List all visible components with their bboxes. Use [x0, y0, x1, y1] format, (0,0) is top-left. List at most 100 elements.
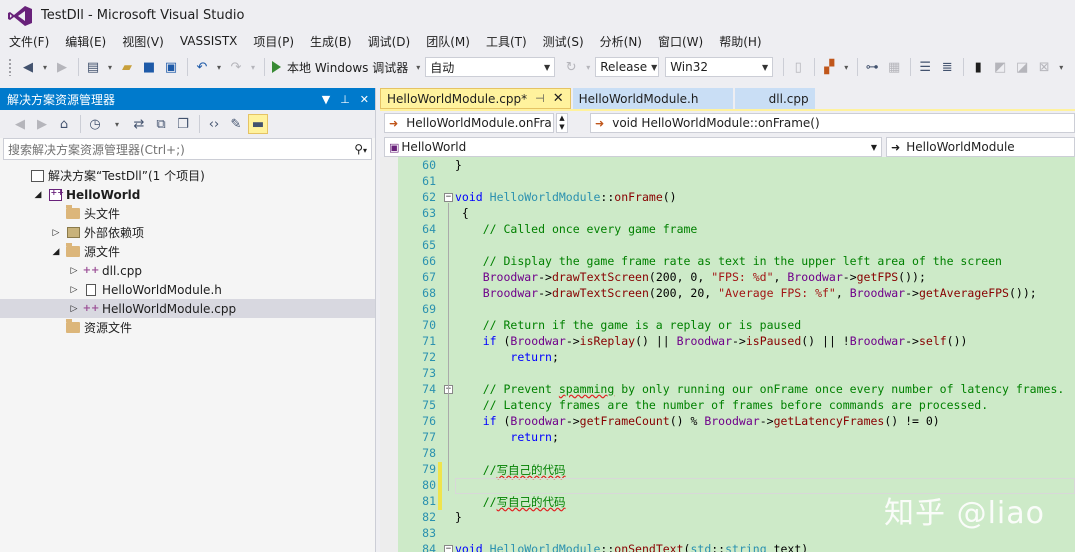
- expand-toggle-icon[interactable]: ▷: [50, 228, 62, 238]
- previous-bookmark-icon[interactable]: ◩: [990, 57, 1010, 77]
- show-all-files-icon[interactable]: ❐: [173, 114, 193, 134]
- code-line[interactable]: 79 //写自己的代码: [380, 462, 1075, 478]
- expand-toggle-icon[interactable]: ▷: [68, 304, 80, 314]
- menu-item[interactable]: 工具(T): [481, 33, 532, 50]
- code-line[interactable]: 63 {: [380, 206, 1075, 222]
- tree-item[interactable]: 资源文件: [0, 318, 375, 337]
- tree-item[interactable]: ▷ HelloWorldModule.h: [0, 280, 375, 299]
- menu-item[interactable]: 生成(B): [305, 33, 357, 50]
- code-line[interactable]: 68 Broodwar->drawTextScreen(200, 20, "Av…: [380, 286, 1075, 302]
- close-tab-icon[interactable]: ✕: [553, 91, 564, 106]
- code-line[interactable]: 78: [380, 446, 1075, 462]
- document-tab[interactable]: HelloWorldModule.cpp* ⊣ ✕: [380, 88, 571, 109]
- member-select-right[interactable]: ➜ void HelloWorldModule::onFrame(): [590, 113, 1075, 133]
- save-all-icon[interactable]: ▣: [161, 57, 181, 77]
- back-icon[interactable]: ◀: [10, 114, 30, 134]
- redo-icon[interactable]: ↷: [226, 57, 246, 77]
- collapse-all-icon[interactable]: ⧉: [151, 114, 171, 134]
- collapse-region-icon[interactable]: −: [444, 545, 453, 552]
- configuration-select[interactable]: Release ▼: [595, 57, 660, 77]
- back-icon[interactable]: ◀: [18, 57, 38, 77]
- member-select-left[interactable]: ➜ HelloWorldModule.onFra: [384, 113, 554, 133]
- menu-item[interactable]: 测试(S): [538, 33, 589, 50]
- view-code-icon[interactable]: ‹›: [204, 114, 224, 134]
- code-line[interactable]: 66 // Display the game frame rate as tex…: [380, 254, 1075, 270]
- code-line[interactable]: 65: [380, 238, 1075, 254]
- menu-item[interactable]: 帮助(H): [714, 33, 766, 50]
- menu-item[interactable]: VASSISTX: [175, 34, 243, 48]
- menu-item[interactable]: 调试(D): [363, 33, 416, 50]
- back-dropdown-icon[interactable]: ▾: [40, 57, 50, 77]
- menu-item[interactable]: 分析(N): [595, 33, 647, 50]
- open-file-icon[interactable]: ▰: [117, 57, 137, 77]
- menu-item[interactable]: 窗口(W): [653, 33, 708, 50]
- code-line[interactable]: 70 // Return if the game is a replay or …: [380, 318, 1075, 334]
- properties-icon[interactable]: ✎: [226, 114, 246, 134]
- tree-item[interactable]: ▷ 外部依赖项: [0, 223, 375, 242]
- bookmark-icon[interactable]: ▮: [968, 57, 988, 77]
- outdent-icon[interactable]: ☰: [915, 57, 935, 77]
- code-line[interactable]: 77 return;: [380, 430, 1075, 446]
- scope-select[interactable]: ➜ HelloWorldModule: [886, 137, 1075, 157]
- code-line[interactable]: 62− void HelloWorldModule::onFrame(): [380, 190, 1075, 206]
- find-in-files-icon[interactable]: ▞: [819, 57, 839, 77]
- menu-item[interactable]: 团队(M): [421, 33, 475, 50]
- pending-dropdown-icon[interactable]: ▾: [107, 114, 127, 134]
- member-spinner[interactable]: ▲ ▼: [556, 113, 568, 133]
- save-icon[interactable]: ■: [139, 57, 159, 77]
- toolbar-overflow-icon[interactable]: ▾: [1056, 57, 1066, 77]
- code-line[interactable]: 74− // Prevent spamming by only running …: [380, 382, 1075, 398]
- pin-tab-icon[interactable]: ⊣: [535, 92, 545, 105]
- menu-item[interactable]: 项目(P): [248, 33, 299, 50]
- tree-item[interactable]: ◢ 源文件: [0, 242, 375, 261]
- code-line[interactable]: 67 Broodwar->drawTextScreen(200, 0, "FPS…: [380, 270, 1075, 286]
- new-project-icon[interactable]: ▤: [83, 57, 103, 77]
- device-icon[interactable]: ▯: [788, 57, 808, 77]
- refresh-dropdown-icon[interactable]: ▾: [583, 57, 593, 77]
- forward-icon[interactable]: ▶: [32, 114, 52, 134]
- tree-item[interactable]: ◢ HelloWorld: [0, 185, 375, 204]
- code-line[interactable]: 72 return;: [380, 350, 1075, 366]
- sync-icon[interactable]: ⇄: [129, 114, 149, 134]
- undo-dropdown-icon[interactable]: ▾: [214, 57, 224, 77]
- code-line[interactable]: 73: [380, 366, 1075, 382]
- code-line[interactable]: 69: [380, 302, 1075, 318]
- find-dropdown-icon[interactable]: ▾: [841, 57, 851, 77]
- pending-changes-icon[interactable]: ◷: [85, 114, 105, 134]
- expand-toggle-icon[interactable]: ▷: [68, 266, 80, 276]
- expand-toggle-icon[interactable]: ◢: [32, 190, 44, 200]
- pin-icon[interactable]: ⊥: [340, 93, 350, 106]
- redo-dropdown-icon[interactable]: ▾: [248, 57, 258, 77]
- code-line[interactable]: 84 − void HelloWorldModule::onSendText(std…: [380, 542, 1075, 552]
- forward-icon[interactable]: ▶: [52, 57, 72, 77]
- close-icon[interactable]: ✕: [360, 93, 369, 106]
- new-project-dropdown-icon[interactable]: ▾: [105, 57, 115, 77]
- code-line[interactable]: 71 if (Broodwar->isReplay() || Broodwar-…: [380, 334, 1075, 350]
- clear-bookmarks-icon[interactable]: ⊠: [1034, 57, 1054, 77]
- collapse-region-icon[interactable]: −: [444, 193, 453, 202]
- tree-item[interactable]: ▷ ++ dll.cpp: [0, 261, 375, 280]
- platform-select[interactable]: Win32 ▼: [665, 57, 774, 77]
- preview-icon[interactable]: ▬: [248, 114, 268, 134]
- code-line[interactable]: 64 // Called once every game frame: [380, 222, 1075, 238]
- expand-toggle-icon[interactable]: ▷: [68, 285, 80, 295]
- solution-search-input[interactable]: 搜索解决方案资源管理器(Ctrl+;) ⚲▾: [3, 138, 372, 160]
- hierarchy-icon[interactable]: ⊶: [862, 57, 882, 77]
- code-line[interactable]: 61: [380, 174, 1075, 190]
- code-line[interactable]: 76 if (Broodwar->getFrameCount() % Brood…: [380, 414, 1075, 430]
- project-select[interactable]: ▣ HelloWorld ▼: [384, 137, 882, 157]
- auto-select[interactable]: 自动 ▼: [425, 57, 556, 77]
- indent-icon[interactable]: ≣: [937, 57, 957, 77]
- debugger-dropdown-icon[interactable]: ▾: [413, 57, 423, 77]
- toolbar-grip[interactable]: [8, 58, 12, 76]
- start-debugging-button[interactable]: 本地 Windows 调试器: [269, 57, 411, 77]
- expand-toggle-icon[interactable]: ◢: [50, 247, 62, 257]
- home-icon[interactable]: ⌂: [54, 114, 74, 134]
- menu-item[interactable]: 文件(F): [4, 33, 54, 50]
- tree-item[interactable]: 解决方案“TestDll”(1 个项目): [0, 166, 375, 185]
- menu-item[interactable]: 编辑(E): [60, 33, 111, 50]
- menu-item[interactable]: 视图(V): [117, 33, 169, 50]
- search-icon[interactable]: ⚲▾: [354, 142, 367, 156]
- document-tab[interactable]: HelloWorldModule.h: [572, 88, 733, 109]
- next-bookmark-icon[interactable]: ◪: [1012, 57, 1032, 77]
